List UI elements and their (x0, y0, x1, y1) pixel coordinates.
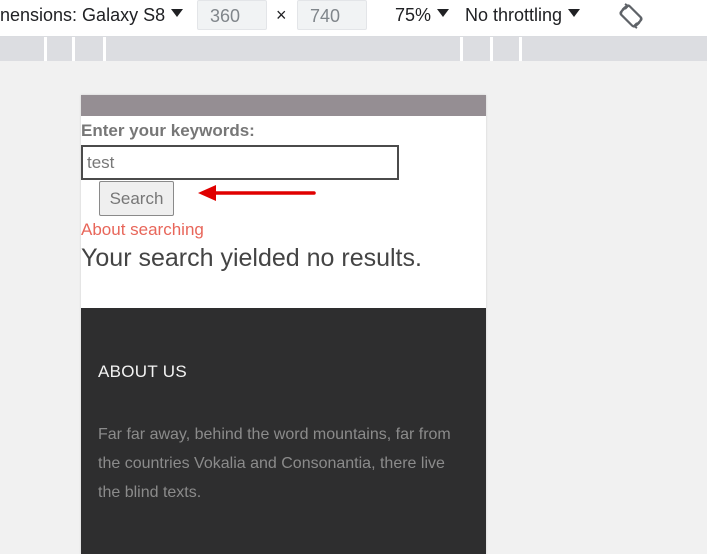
throttling-label: No throttling (465, 5, 563, 25)
no-results-message: Your search yielded no results. (81, 244, 422, 272)
footer-text: Far far away, behind the word mountains,… (98, 426, 451, 501)
rotate-button[interactable] (616, 1, 646, 31)
search-button[interactable]: Search (99, 181, 174, 216)
device-dimensions-label: nensions: Galaxy S8 (0, 5, 166, 25)
footer-heading: ABOUT US (98, 362, 187, 381)
device-viewport: Enter your keywords: test Search About s… (81, 95, 486, 554)
ruler-divider (490, 37, 493, 61)
device-toolbar: nensions: Galaxy S8 360 × 740 75% No thr… (0, 0, 707, 37)
ruler-divider (44, 37, 47, 61)
header-band (81, 95, 486, 116)
rotate-icon (619, 3, 643, 29)
footer: ABOUT US Far far away, behind the word m… (81, 308, 486, 554)
viewport-height-input[interactable]: 740 (297, 0, 367, 30)
viewport-width-input[interactable]: 360 (197, 0, 267, 30)
search-input[interactable]: test (81, 145, 399, 180)
ruler-divider (460, 37, 463, 61)
ruler-divider (72, 37, 75, 61)
chevron-down-icon (437, 9, 450, 18)
chevron-down-icon (171, 9, 184, 18)
device-dimensions-dropdown[interactable]: nensions: Galaxy S8 (0, 5, 184, 26)
about-searching-link[interactable]: About searching (81, 220, 204, 240)
ruler-divider (103, 37, 106, 61)
dimension-separator: × (276, 5, 287, 25)
media-query-ruler[interactable] (0, 37, 707, 61)
throttling-dropdown[interactable]: No throttling (465, 5, 581, 26)
zoom-dropdown[interactable]: 75% (395, 5, 450, 26)
annotation-arrow-icon (198, 185, 316, 201)
zoom-label: 75% (395, 5, 432, 25)
ruler-divider (519, 37, 522, 61)
chevron-down-icon (568, 9, 581, 18)
keywords-label: Enter your keywords: (81, 121, 255, 140)
